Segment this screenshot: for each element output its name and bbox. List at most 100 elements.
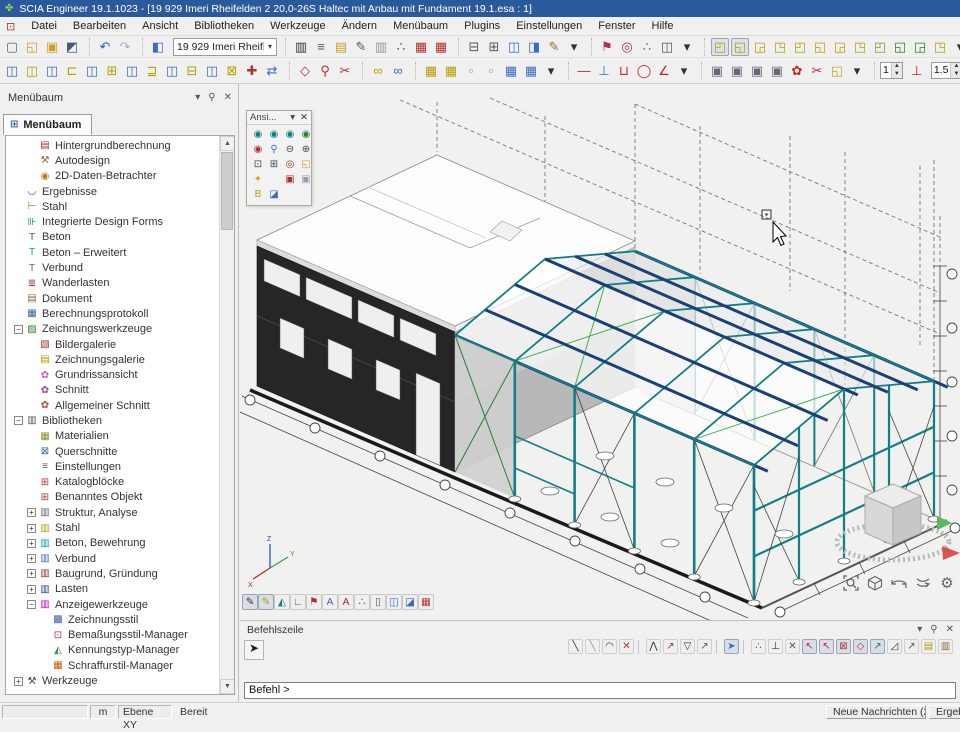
expand-node-icon[interactable]: +: [27, 508, 36, 517]
engineering-report-icon[interactable]: ◨: [525, 38, 543, 56]
tree-item-zeichnungsstil[interactable]: ▩Zeichnungsstil: [6, 612, 218, 627]
light-bulb-icon[interactable]: ✦: [251, 173, 265, 187]
expand-node-icon[interactable]: +: [27, 569, 36, 578]
snap-dir-2-icon[interactable]: ↗: [697, 639, 712, 654]
weld-icon[interactable]: ✿: [788, 62, 806, 80]
layers-icon[interactable]: ≡: [312, 38, 330, 56]
rotate-vertical-icon[interactable]: [913, 573, 933, 593]
units-icon[interactable]: ▥: [292, 38, 310, 56]
command-input[interactable]: Befehl >: [244, 682, 956, 699]
collapse-node-icon[interactable]: −: [14, 325, 23, 334]
activity-8-icon[interactable]: ◳: [851, 38, 869, 56]
print-preview-icon[interactable]: ⊞: [485, 38, 503, 56]
view-front-icon[interactable]: ◉: [251, 128, 265, 142]
menu-ansicht[interactable]: Ansicht: [134, 18, 186, 34]
snap-arc-icon[interactable]: ◠: [602, 639, 617, 654]
save-icon[interactable]: ◩: [63, 38, 81, 56]
table-results-icon[interactable]: ▦: [412, 38, 430, 56]
tree-item-ergebnisse[interactable]: ◡Ergebnisse: [6, 184, 218, 199]
ratio-spinbox[interactable]: 1.5 ▲▼: [931, 62, 960, 79]
snap-storey-icon[interactable]: ▥: [938, 639, 953, 654]
more-activity-icon[interactable]: ▾: [951, 38, 960, 56]
clipping-box-icon[interactable]: B: [251, 188, 265, 202]
labels-abc-icon[interactable]: A: [322, 594, 338, 610]
copy-2-icon[interactable]: ▣: [728, 62, 746, 80]
zoom-fit-icon[interactable]: [841, 573, 861, 593]
tree-item-2d-daten-betrachter[interactable]: ◉2D-Daten-Betrachter: [6, 169, 218, 184]
tree-item-berechnungsprotokoll[interactable]: ▦Berechnungsprotokoll: [6, 306, 218, 321]
zoom-in-icon[interactable]: ⊕: [299, 143, 313, 157]
select-dots-icon[interactable]: ∴: [638, 38, 656, 56]
activity-6-icon[interactable]: ◱: [811, 38, 829, 56]
save-all-icon[interactable]: ▣: [43, 38, 61, 56]
camera-save-icon[interactable]: ▣: [283, 173, 297, 187]
menu-bibliotheken[interactable]: Bibliotheken: [186, 18, 262, 34]
copy-4-icon[interactable]: ▣: [768, 62, 786, 80]
table-small-2-icon[interactable]: ▫: [482, 62, 500, 80]
table-edit-icon[interactable]: ▦: [432, 38, 450, 56]
tree-item-stahl[interactable]: ⊢Stahl: [6, 199, 218, 214]
settings-gear-icon[interactable]: ⚙: [937, 573, 957, 593]
load-arrows-icon[interactable]: ⊥: [908, 62, 926, 80]
copy-3-icon[interactable]: ▣: [748, 62, 766, 80]
activity-2-icon[interactable]: ◱: [731, 38, 749, 56]
tree-item-baugrund-gründung[interactable]: +▥Baugrund, Gründung: [6, 566, 218, 581]
zoom-all-icon[interactable]: ⊞: [267, 158, 281, 172]
view-window-icon[interactable]: ◪: [267, 188, 281, 202]
copy-1-icon[interactable]: ▣: [708, 62, 726, 80]
menu-bearbeiten[interactable]: Bearbeiten: [65, 18, 134, 34]
project-selector[interactable]: 19 929 Imeri Rheifelden 2 ▾: [173, 38, 277, 56]
snap-dir-icon[interactable]: ↗: [663, 639, 678, 654]
undo-icon[interactable]: ↶: [96, 38, 114, 56]
node-dots-icon[interactable]: ∴: [354, 594, 370, 610]
collapse-icon[interactable]: ▾: [195, 92, 200, 103]
viewport-3d[interactable]: Z Y X Ansi... ▾ ✕ ◉◉◉◉◉⚲⊖⊕⊡⊞◎◱✦▣▣B◪ ✎✎◭∟…: [240, 84, 960, 620]
zoom-window-icon[interactable]: ⊡: [251, 158, 265, 172]
properties-panel-icon[interactable]: ◫: [658, 38, 676, 56]
tree-item-einstellungen[interactable]: ≡Einstellungen: [6, 459, 218, 474]
coord-info-icon[interactable]: ✎: [352, 38, 370, 56]
labels-abc-off-icon[interactable]: A: [338, 594, 354, 610]
status-unit[interactable]: m: [90, 705, 116, 719]
member-system-icon[interactable]: ▯: [370, 594, 386, 610]
spin-arrows[interactable]: ▲▼: [950, 63, 960, 78]
tree-item-wanderlasten[interactable]: ≣Wanderlasten: [6, 276, 218, 291]
tab-menubaum[interactable]: ⊞ Menübaum: [3, 114, 92, 135]
activity-1-icon[interactable]: ◰: [711, 38, 729, 56]
tree-item-lasten[interactable]: +▥Lasten: [6, 582, 218, 597]
snap-tri-icon[interactable]: ▽: [680, 639, 695, 654]
more-print-icon[interactable]: ▾: [565, 38, 583, 56]
view-axo-icon[interactable]: ◉: [299, 128, 313, 142]
spin-arrows[interactable]: ▲▼: [891, 63, 902, 78]
snap-line-icon[interactable]: ╲: [568, 639, 583, 654]
table-compose-icon[interactable]: ▦: [502, 62, 520, 80]
view-side-icon[interactable]: ◉: [267, 128, 281, 142]
expand-node-icon[interactable]: +: [27, 585, 36, 594]
expand-node-icon[interactable]: +: [27, 524, 36, 533]
tree-item-kennungstyp-manager[interactable]: ◭Kennungstyp-Manager: [6, 643, 218, 658]
menu-datei[interactable]: Datei: [23, 18, 65, 34]
tree-item-zeichnungsgalerie[interactable]: ▤Zeichnungsgalerie: [6, 352, 218, 367]
tree-item-bibliotheken[interactable]: −▥Bibliotheken: [6, 413, 218, 428]
find-icon[interactable]: ◎: [618, 38, 636, 56]
surface-mode-icon[interactable]: ◭: [274, 594, 290, 610]
menu-fenster[interactable]: Fenster: [590, 18, 643, 34]
reverse-icon[interactable]: ⇄: [263, 62, 281, 80]
snap-endpoint-icon[interactable]: ↖: [802, 639, 817, 654]
tree-item-anzeigewerkzeuge[interactable]: −▥Anzeigewerkzeuge: [6, 597, 218, 612]
clipboard-icon[interactable]: ▥: [372, 38, 390, 56]
cube-icon[interactable]: [865, 573, 885, 593]
new-messages-button[interactable]: Neue Nachrichten (2): [826, 705, 926, 719]
menu-hilfe[interactable]: Hilfe: [644, 18, 682, 34]
expand-node-icon[interactable]: +: [27, 539, 36, 548]
chevron-down-icon[interactable]: ▾: [263, 42, 276, 51]
scale-spinbox[interactable]: 1 ▲▼: [880, 62, 903, 79]
tree-item-katalogblöcke[interactable]: ⊞Katalogblöcke: [6, 475, 218, 490]
collapse-node-icon[interactable]: −: [14, 416, 23, 425]
snap-extension-icon[interactable]: ↗: [904, 639, 919, 654]
scrollbar-thumb[interactable]: [221, 152, 233, 230]
tree-item-bemaßungsstil-manager[interactable]: ⊡Bemaßungsstil-Manager: [6, 628, 218, 643]
chevron-down-icon[interactable]: ▾: [290, 112, 295, 123]
tree-item-werkzeuge[interactable]: +⚒Werkzeuge: [6, 673, 218, 688]
tree-item-struktur-analyse[interactable]: +▥Struktur, Analyse: [6, 505, 218, 520]
